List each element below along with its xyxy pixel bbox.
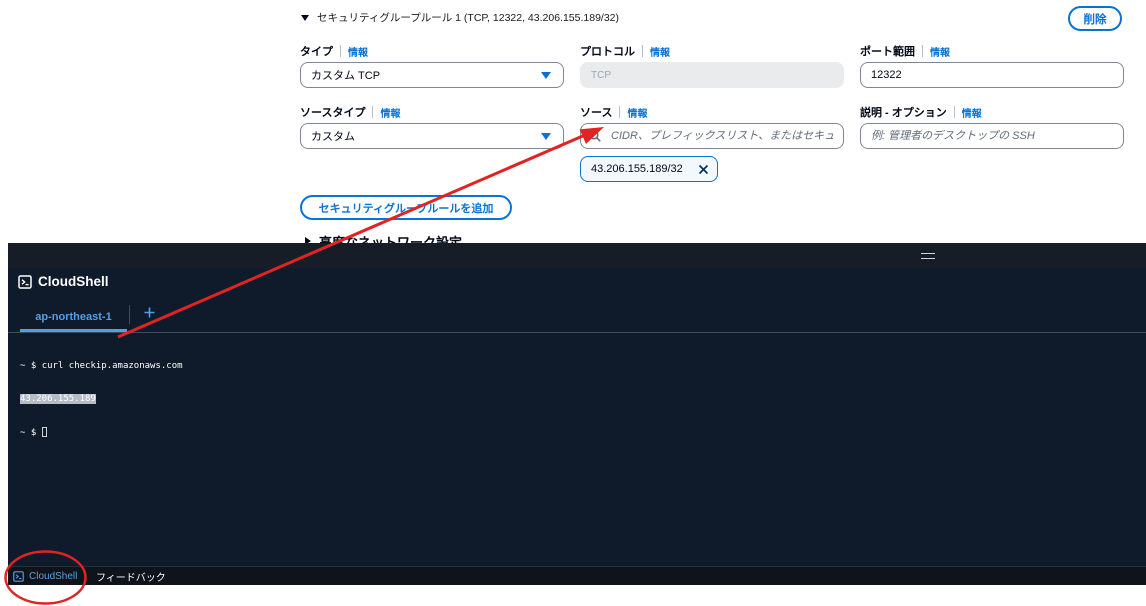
add-tab-button[interactable] — [144, 307, 155, 318]
type-label: タイプ — [300, 46, 333, 58]
terminal-line: 43.206.155.189 — [20, 394, 1146, 405]
source-search-field — [580, 123, 844, 149]
terminal-line: ~ $ — [20, 427, 1146, 438]
terminal-icon — [13, 570, 24, 582]
delete-rule-button[interactable]: 削除 — [1068, 6, 1122, 31]
description-input[interactable] — [860, 123, 1124, 149]
type-info-link[interactable]: 情報 — [348, 44, 368, 59]
protocol-label: プロトコル — [580, 46, 635, 58]
source-input[interactable] — [580, 123, 844, 149]
terminal[interactable]: ~ $ curl checkip.amazonaws.com 43.206.15… — [8, 333, 1146, 566]
description-label: 説明 - オプション — [860, 107, 947, 119]
cloudshell-title: CloudShell — [38, 274, 109, 289]
type-label-group: タイプ 情報 — [300, 44, 368, 59]
terminal-cursor — [41, 427, 47, 437]
terminal-prompt: ~ $ — [20, 361, 42, 371]
tab-ap-northeast-1[interactable]: ap-northeast-1 — [20, 304, 127, 329]
label-divider — [922, 45, 923, 57]
cloudshell-panel: CloudShell ap-northeast-1 ~ $ curl check… — [8, 243, 1146, 566]
source-type-select[interactable]: カスタム — [300, 123, 564, 149]
source-token: 43.206.155.189/32 — [580, 156, 718, 182]
footer-cloudshell-label: CloudShell — [29, 570, 78, 582]
source-type-label-group: ソースタイプ 情報 — [300, 105, 400, 120]
type-select-value: カスタム TCP — [311, 70, 381, 82]
source-type-info-link[interactable]: 情報 — [380, 105, 400, 120]
source-type-select-value: カスタム — [311, 131, 355, 143]
rule-title: セキュリティグループルール 1 (TCP, 12322, 43.206.155.… — [317, 12, 620, 24]
label-divider — [642, 45, 643, 57]
protocol-info-link[interactable]: 情報 — [650, 44, 670, 59]
drag-handle-icon[interactable] — [921, 253, 935, 259]
terminal-icon — [18, 275, 32, 289]
caret-down-icon — [301, 15, 309, 21]
type-select[interactable]: カスタム TCP — [300, 62, 564, 88]
caret-down-icon — [541, 133, 551, 140]
selected-ip-output: 43.206.155.189 — [20, 394, 96, 404]
caret-down-icon — [541, 72, 551, 79]
source-info-link[interactable]: 情報 — [627, 105, 647, 120]
console-footer: CloudShell フィードバック — [8, 566, 1146, 585]
cloudshell-resize-bar[interactable] — [8, 243, 1146, 268]
terminal-command: curl checkip.amazonaws.com — [41, 361, 183, 371]
source-token-label: 43.206.155.189/32 — [591, 163, 683, 175]
footer-feedback-link[interactable]: フィードバック — [96, 567, 166, 585]
tab-divider — [129, 305, 130, 324]
source-label: ソース — [580, 107, 613, 119]
port-range-label: ポート範囲 — [860, 46, 915, 58]
add-rule-button[interactable]: セキュリティグループルールを追加 — [300, 195, 512, 220]
remove-token-button[interactable] — [697, 163, 710, 176]
footer-cloudshell-button[interactable]: CloudShell — [13, 567, 77, 585]
label-divider — [372, 106, 374, 118]
port-range-info-link[interactable]: 情報 — [930, 44, 950, 59]
tab-label: ap-northeast-1 — [35, 310, 112, 323]
plus-icon — [144, 307, 155, 318]
label-divider — [340, 45, 341, 57]
description-info-link[interactable]: 情報 — [962, 105, 982, 120]
search-icon — [589, 130, 601, 142]
footer-feedback-label: フィードバック — [96, 572, 166, 584]
close-icon — [698, 164, 709, 175]
label-divider — [619, 106, 621, 118]
rule-expand-toggle[interactable]: セキュリティグループルール 1 (TCP, 12322, 43.206.155.… — [300, 10, 619, 26]
port-range-input[interactable] — [860, 62, 1124, 88]
source-type-label: ソースタイプ — [300, 107, 366, 119]
description-label-group: 説明 - オプション 情報 — [860, 105, 982, 120]
protocol-field — [580, 62, 844, 88]
source-label-group: ソース 情報 — [580, 105, 647, 120]
protocol-label-group: プロトコル 情報 — [580, 44, 670, 59]
terminal-line: ~ $ curl checkip.amazonaws.com — [20, 361, 1146, 372]
label-divider — [953, 106, 955, 118]
terminal-prompt: ~ $ — [20, 428, 42, 438]
port-range-label-group: ポート範囲 情報 — [860, 44, 950, 59]
